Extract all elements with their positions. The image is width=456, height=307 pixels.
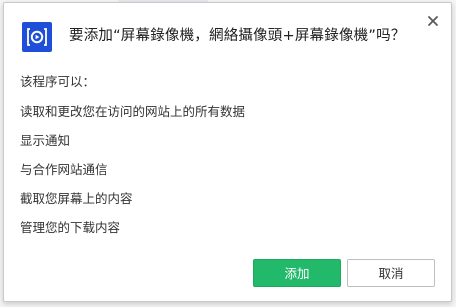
add-button[interactable]: 添加	[253, 259, 341, 287]
add-extension-dialog: 要添加“屏幕錄像機，網絡攝像頭+屏幕錄像機”吗？ 该程序可以： 读取和更改您在访…	[3, 2, 452, 302]
cancel-button[interactable]: 取消	[347, 259, 435, 287]
dialog-title: 要添加“屏幕錄像機，網絡攝像頭+屏幕錄像機”吗？	[69, 28, 406, 44]
permission-item: 读取和更改您在访问的网站上的所有数据	[20, 104, 246, 119]
screen-recorder-icon	[22, 22, 52, 52]
permission-item: 管理您的下载内容	[20, 220, 121, 235]
close-icon[interactable]	[425, 13, 441, 29]
permissions-heading: 该程序可以：	[20, 74, 96, 89]
permission-item: 显示通知	[20, 133, 71, 148]
permission-item: 与合作网站通信	[20, 162, 108, 177]
permission-item: 截取您屏幕上的内容	[20, 191, 133, 206]
